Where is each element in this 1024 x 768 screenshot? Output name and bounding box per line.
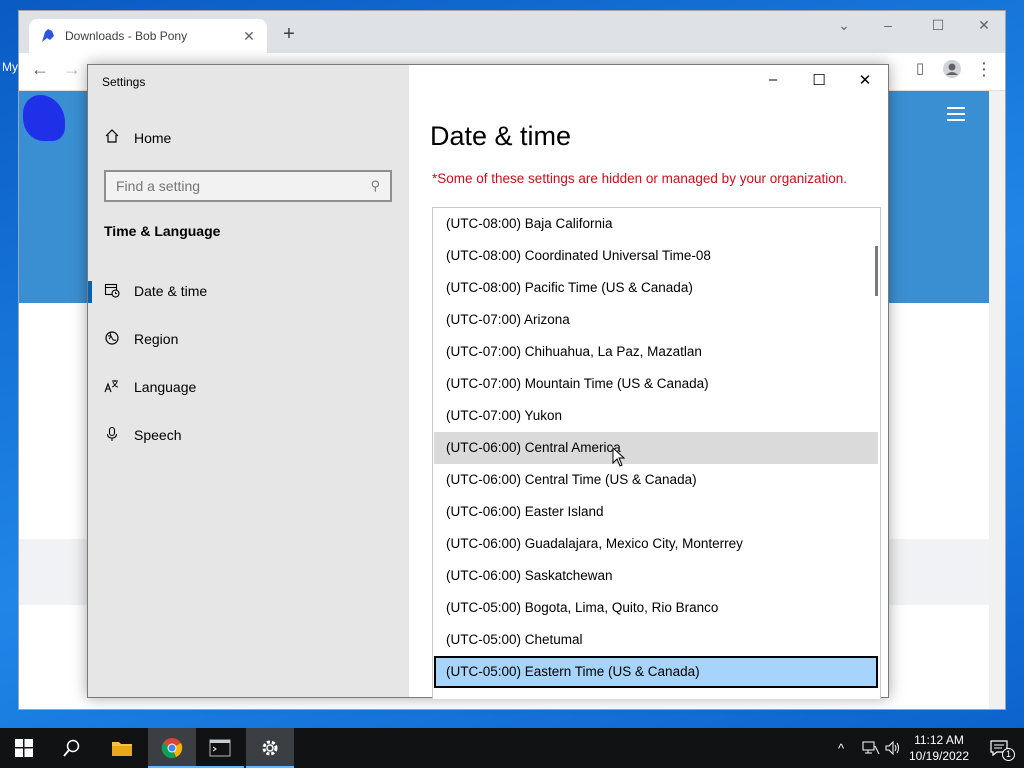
timezone-option[interactable]: (UTC-06:00) Saskatchewan xyxy=(434,560,878,592)
taskbar-search-icon xyxy=(63,739,80,757)
settings-window: Settings Home ⚲ Time & Language Date & t… xyxy=(87,64,889,699)
windows-logo-icon xyxy=(15,739,33,757)
chrome-icon xyxy=(161,738,183,758)
timezone-option[interactable]: (UTC-08:00) Coordinated Universal Time-0… xyxy=(434,240,878,272)
sidebar-item-label: Date & time xyxy=(134,283,208,299)
section-heading: Time & Language xyxy=(104,223,221,239)
timezone-option[interactable]: (UTC-06:00) Easter Island xyxy=(434,496,878,528)
search-field[interactable]: ⚲ xyxy=(104,170,392,202)
timezone-option[interactable]: (UTC-07:00) Chihuahua, La Paz, Mazatlan xyxy=(434,336,878,368)
search-icon[interactable]: ⚲ xyxy=(370,178,380,194)
timezone-option[interactable]: (UTC-08:00) Baja California xyxy=(434,208,878,240)
sidebar-item-speech[interactable]: Speech xyxy=(88,415,409,455)
timezone-list-scrollbar[interactable] xyxy=(875,246,878,296)
timezone-option[interactable]: (UTC-05:00) Bogota, Lima, Quito, Rio Bra… xyxy=(434,592,878,624)
sidebar-item-region[interactable]: Region xyxy=(88,319,409,359)
tab-title: Downloads - Bob Pony xyxy=(65,29,188,43)
start-button[interactable] xyxy=(0,728,48,768)
clock-time: 11:12 AM xyxy=(914,733,964,747)
desktop-icon-label[interactable]: My xyxy=(2,60,18,74)
settings-maximize-icon[interactable]: ☐ xyxy=(804,71,834,89)
sidebar-item-language[interactable]: Language xyxy=(88,367,409,407)
microphone-icon xyxy=(104,426,120,445)
timezone-option[interactable]: (UTC-06:00) Central Time (US & Canada) xyxy=(434,464,878,496)
back-icon[interactable]: ← xyxy=(27,59,53,80)
clock-date: 10/19/2022 xyxy=(908,749,970,763)
network-icon[interactable] xyxy=(862,728,880,768)
settings-content: – ☐ ✕ Date & time *Some of these setting… xyxy=(409,65,889,699)
tab-search-chevron-icon[interactable]: ⌄ xyxy=(829,17,859,34)
profile-avatar-icon[interactable] xyxy=(939,59,965,84)
browser-tabstrip: Downloads - Bob Pony ✕ + ⌄ – ☐ ✕ xyxy=(19,11,1005,53)
browser-maximize-icon[interactable]: ☐ xyxy=(923,17,953,34)
home-icon xyxy=(104,128,120,147)
search-button[interactable] xyxy=(48,728,96,768)
show-hidden-icons-chevron-icon[interactable]: ^ xyxy=(838,728,844,768)
taskbar: ^ 11:12 AM 10/19/2022 1 xyxy=(0,728,1024,768)
settings-minimize-icon[interactable]: – xyxy=(758,71,788,88)
bob-pony-favicon-icon xyxy=(39,27,57,45)
notification-count-badge: 1 xyxy=(1002,748,1015,761)
browser-menu-icon[interactable]: ⋮ xyxy=(971,59,997,80)
system-clock[interactable]: 11:12 AM 10/19/2022 xyxy=(906,732,972,764)
organization-notice: *Some of these settings are hidden or ma… xyxy=(432,171,848,186)
forward-icon[interactable]: → xyxy=(59,59,85,80)
browser-tab[interactable]: Downloads - Bob Pony ✕ xyxy=(29,19,267,53)
sidebar-item-label: Speech xyxy=(134,427,182,443)
side-panel-icon[interactable]: ▯ xyxy=(907,59,933,77)
region-icon xyxy=(104,330,120,349)
sidebar-item-label: Language xyxy=(134,379,197,395)
language-icon xyxy=(104,378,120,397)
settings-close-icon[interactable]: ✕ xyxy=(850,71,880,89)
browser-minimize-icon[interactable]: – xyxy=(873,17,903,33)
settings-sidebar: Settings Home ⚲ Time & Language Date & t… xyxy=(88,65,409,697)
timezone-dropdown-list[interactable]: (UTC-08:00) Baja California (UTC-08:00) … xyxy=(432,207,881,699)
notification-center-icon[interactable]: 1 xyxy=(984,728,1015,768)
timezone-option[interactable]: (UTC-07:00) Yukon xyxy=(434,400,878,432)
settings-window-title: Settings xyxy=(102,75,146,89)
browser-close-icon[interactable]: ✕ xyxy=(969,17,999,34)
mouse-cursor-icon xyxy=(612,447,626,467)
timezone-option[interactable]: (UTC-07:00) Mountain Time (US & Canada) xyxy=(434,368,878,400)
search-input[interactable] xyxy=(116,178,371,194)
page-title: Date & time xyxy=(430,121,572,151)
hamburger-menu-icon[interactable] xyxy=(947,107,965,125)
taskbar-terminal[interactable] xyxy=(196,728,244,768)
timezone-option-hovered[interactable]: (UTC-06:00) Central America xyxy=(434,432,878,464)
date-time-icon xyxy=(104,282,120,301)
timezone-option[interactable]: (UTC-07:00) Arizona xyxy=(434,304,878,336)
nav-home-label: Home xyxy=(134,129,172,146)
timezone-option[interactable]: (UTC-08:00) Pacific Time (US & Canada) xyxy=(434,272,878,304)
site-logo-icon[interactable] xyxy=(23,95,65,141)
nav-home[interactable]: Home xyxy=(104,128,171,147)
sidebar-item-label: Region xyxy=(134,331,179,347)
taskbar-file-explorer[interactable] xyxy=(98,728,146,768)
folder-icon xyxy=(112,742,132,756)
volume-icon[interactable] xyxy=(884,728,902,768)
new-tab-button[interactable]: + xyxy=(277,23,301,46)
sidebar-item-date-time[interactable]: Date & time xyxy=(88,271,409,311)
gear-icon xyxy=(262,740,278,756)
terminal-icon xyxy=(209,739,231,757)
browser-scrollbar[interactable] xyxy=(989,91,1005,709)
timezone-option-selected[interactable]: (UTC-05:00) Eastern Time (US & Canada) xyxy=(434,656,878,688)
tab-close-icon[interactable]: ✕ xyxy=(241,28,257,45)
timezone-option[interactable]: (UTC-06:00) Guadalajara, Mexico City, Mo… xyxy=(434,528,878,560)
taskbar-settings[interactable] xyxy=(246,728,294,768)
selection-indicator xyxy=(88,281,92,303)
timezone-option[interactable]: (UTC-05:00) Chetumal xyxy=(434,624,878,656)
taskbar-chrome[interactable] xyxy=(148,728,196,768)
